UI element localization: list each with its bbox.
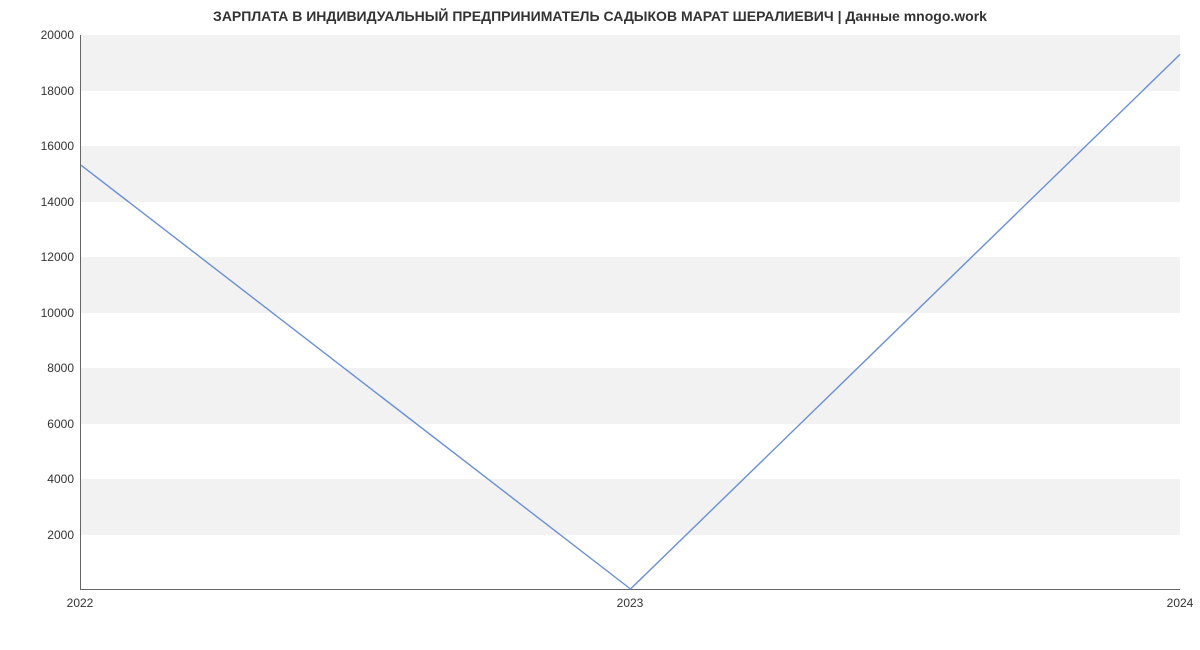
y-tick-label: 6000 [4,417,74,431]
y-tick-label: 18000 [4,84,74,98]
plot-area [80,35,1180,590]
y-tick-label: 2000 [4,528,74,542]
x-tick-label: 2023 [617,596,644,610]
y-tick-label: 4000 [4,472,74,486]
chart-title: ЗАРПЛАТА В ИНДИВИДУАЛЬНЫЙ ПРЕДПРИНИМАТЕЛ… [0,8,1200,24]
line-series [81,35,1180,589]
y-tick-label: 8000 [4,361,74,375]
x-tick-label: 2024 [1167,596,1194,610]
y-tick-label: 20000 [4,28,74,42]
data-line [81,54,1180,589]
x-tick-label: 2022 [67,596,94,610]
chart-container: ЗАРПЛАТА В ИНДИВИДУАЛЬНЫЙ ПРЕДПРИНИМАТЕЛ… [0,0,1200,650]
y-tick-label: 14000 [4,195,74,209]
y-tick-label: 10000 [4,306,74,320]
y-tick-label: 12000 [4,250,74,264]
y-tick-label: 16000 [4,139,74,153]
